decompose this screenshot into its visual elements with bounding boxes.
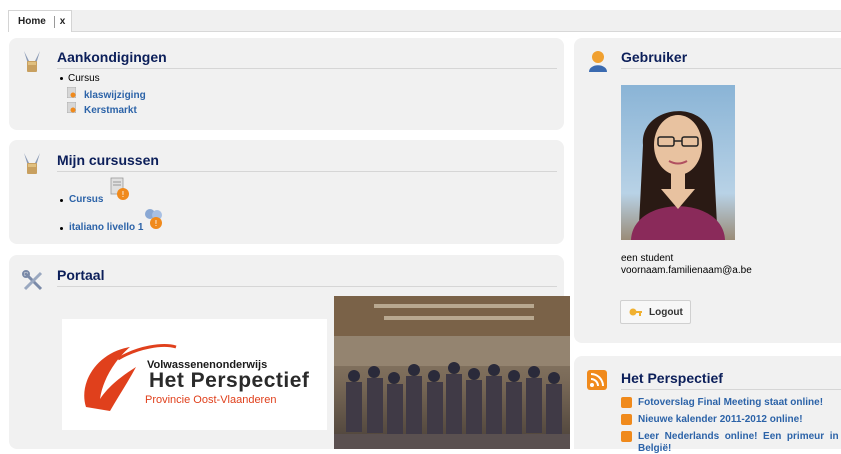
announcement-link-kerstmarkt[interactable]: Kerstmarkt (84, 105, 137, 116)
crowd-photo (334, 296, 570, 449)
user-name: een student (621, 253, 674, 264)
announcements-category-label: Cursus (68, 73, 100, 84)
tab-home[interactable]: Home x (8, 10, 73, 32)
bullet (60, 199, 63, 202)
user-email: voornaam.familienaam@a.be (621, 265, 752, 276)
my-courses-divider (57, 171, 557, 172)
portal-title: Portaal (57, 267, 105, 283)
tab-home-label[interactable]: Home (9, 16, 54, 27)
user-title: Gebruiker (621, 49, 688, 65)
svg-text:!: ! (121, 190, 124, 199)
crowd-photo-image (334, 296, 570, 449)
my-courses-title: Mijn cursussen (57, 152, 159, 168)
portal-divider (57, 286, 557, 287)
course-link-italiano[interactable]: italiano livello 1 (69, 222, 143, 233)
rss-icon (587, 370, 607, 390)
logo-text-line2: Het Perspectief (149, 369, 310, 392)
tab-bar: Home x (0, 0, 841, 32)
tools-icon (24, 51, 40, 72)
announcements-title: Aankondigingen (57, 49, 167, 65)
logout-label[interactable]: Logout (649, 307, 683, 318)
rss-item-icon (621, 431, 632, 442)
announcements-divider (57, 68, 557, 69)
avatar (621, 85, 735, 240)
svg-text:!: ! (154, 219, 157, 228)
bullet (60, 76, 63, 80)
user-divider (621, 68, 841, 69)
feed-item-link[interactable]: Nieuwe kalender 2011-2012 online! (638, 414, 803, 425)
feed-item-link[interactable]: Leer Nederlands online! Een primeur in (638, 431, 839, 442)
logout-button[interactable]: Logout (620, 300, 691, 324)
logo-text-line3: Provincie Oost-Vlaanderen (145, 394, 277, 406)
tab-strip (8, 10, 841, 32)
document-icon (67, 87, 76, 98)
course-link-cursus[interactable]: Cursus (69, 194, 103, 205)
tab-close-button[interactable]: x (55, 16, 72, 27)
tools-icon (24, 153, 40, 174)
perspectief-logo: Volwassenenonderwijs Het Perspectief Pro… (62, 319, 327, 430)
document-icon (67, 102, 76, 113)
rss-symbol-icon (590, 373, 604, 387)
course-notification-icon[interactable]: ! (142, 206, 166, 230)
key-icon (629, 308, 642, 316)
feed-item-link[interactable]: Fotoverslag Final Meeting staat online! (638, 397, 823, 408)
announcements-category: Cursus (60, 73, 100, 84)
rss-item-icon (621, 414, 632, 425)
announcements-panel: Aankondigingen Cursus klaswijziging Kers… (9, 38, 564, 130)
user-icon (589, 51, 607, 72)
avatar-image (631, 111, 725, 240)
rss-item-icon (621, 397, 632, 408)
feed-divider (621, 389, 841, 390)
my-courses-panel: Mijn cursussen Cursus ! italiano livello… (9, 140, 564, 244)
announcement-link-klaswijziging[interactable]: klaswijziging (84, 90, 146, 101)
feed-title: Het Perspectief (621, 370, 723, 386)
bullet (60, 227, 63, 230)
course-notification-icon[interactable]: ! (109, 177, 131, 201)
wrench-screwdriver-icon (22, 270, 43, 291)
